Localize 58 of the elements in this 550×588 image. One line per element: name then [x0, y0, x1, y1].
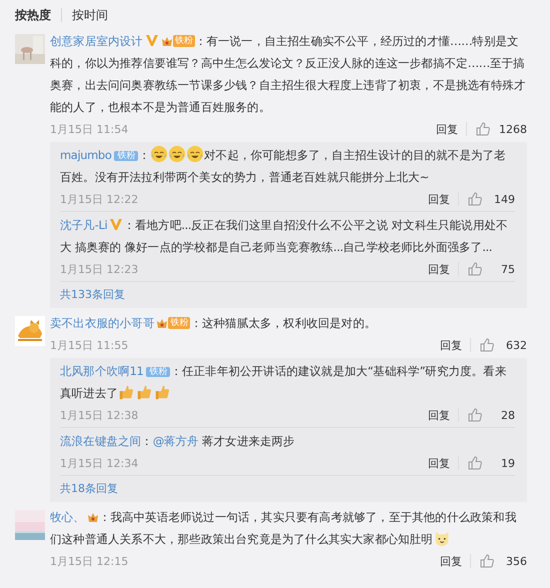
- fan-badge: 铁粉: [172, 35, 195, 47]
- more-replies-link[interactable]: 共133条回复: [60, 284, 125, 306]
- timestamp: 1月15日 11:54: [50, 122, 128, 136]
- reply-link[interactable]: 回复: [440, 554, 462, 568]
- username-link[interactable]: 北风那个吹啊11: [60, 364, 144, 378]
- reply-link[interactable]: 回复: [428, 408, 450, 422]
- comment-text: 流浪在键盘之间：@蒋方舟 蒋才女进来走两步: [60, 433, 296, 450]
- laughing-face-icon: [168, 145, 186, 163]
- like-count: 28: [500, 408, 515, 422]
- crown-icon: [156, 317, 168, 329]
- timestamp: 1月15日 12:22: [60, 192, 138, 206]
- thumbs-up-icon[interactable]: [479, 337, 495, 353]
- comment-text: 创意家居室内设计 铁粉 ：有一说一，自主招生确实不公平，经历过的才懂……特别是文科的，你以为推荐信要谁写？高中生怎么发论文？反正没人脉的连这一步都搞不定……至于搞奥赛，出去问问奥赛教练一节课多少钱？自主招生很大程度上违背了初衷，不是挑选有特殊才能的人了，也根本不是为普通百姓服务的。: [50, 32, 527, 116]
- reply-link[interactable]: 回复: [436, 122, 458, 136]
- timestamp: 1月15日 12:23: [60, 262, 138, 276]
- like-count: 356: [505, 554, 527, 568]
- comment-text: 牧心、 ：我高中英语老师说过一句话，其实只要有高考就够了，至于其他的什么政策和我们这种普通人关系不大，那些政策出台究竟是为了什么其实大家都心知肚明: [50, 509, 518, 549]
- timestamp: 1月15日 12:15: [50, 554, 128, 568]
- fan-badge: 铁粉: [168, 317, 190, 329]
- comment-text: 沈子凡-Li ：看地方吧...反正在我们这里自招没什么不公平之说 对文科生只能说用处不大 搞奥赛的 像好一点的学校都是自己老师当竞赛教练...自己学校老师比外面强多了...: [60, 216, 509, 256]
- thumbs-up-icon[interactable]: [467, 191, 483, 207]
- reply-link[interactable]: 回复: [440, 338, 462, 352]
- crown-icon: [160, 35, 173, 47]
- username-link[interactable]: 创意家居室内设计: [50, 34, 143, 48]
- reply-link[interactable]: 回复: [428, 192, 450, 206]
- like-count: 632: [505, 338, 527, 352]
- comment-text: majumbo 铁粉 ： 对不起，你可能想多了，自主招生设计的目的就不是为了老百姓。没有开法拉利带两个美女的势力，普通老百姓就只能拼分上北大~: [60, 144, 515, 188]
- comment-text: 北风那个吹啊11 铁粉 ：任正非年初公开讲话的建议就是加大“基础科学”研究力度。看来真听进去了: [60, 363, 508, 403]
- cat-face-icon: [432, 529, 451, 547]
- thumbs-up-icon[interactable]: [467, 261, 483, 277]
- username-link[interactable]: 沈子凡-Li: [60, 218, 108, 232]
- thumbs-up-icon[interactable]: [467, 455, 483, 471]
- username-link[interactable]: 流浪在键盘之间: [60, 434, 142, 448]
- fan-badge: 铁粉: [146, 367, 170, 377]
- mention-link[interactable]: @蒋方舟: [152, 434, 199, 448]
- timestamp: 1月15日 12:38: [60, 408, 138, 422]
- like-count: 19: [500, 456, 515, 470]
- username-link[interactable]: 牧心、: [50, 510, 85, 524]
- reply-link[interactable]: 回复: [428, 456, 450, 470]
- username-link[interactable]: 卖不出衣服的小哥哥: [50, 316, 154, 330]
- comment-text: 卖不出衣服的小哥哥 铁粉 ：这种猫腻太多，权利收回是对的。: [50, 315, 378, 332]
- thumbs-up-icon[interactable]: [467, 407, 483, 423]
- like-count: 75: [500, 262, 515, 276]
- thumbs-up-icon[interactable]: [475, 121, 491, 137]
- laughing-face-icon: [186, 145, 204, 163]
- like-count: 149: [493, 192, 515, 206]
- thumbs-up-icon[interactable]: [479, 553, 495, 569]
- username-link[interactable]: majumbo: [60, 148, 112, 162]
- more-replies-link[interactable]: 共18条回复: [60, 478, 118, 500]
- fan-badge: 铁粉: [114, 151, 138, 161]
- timestamp: 1月15日 12:34: [60, 456, 138, 470]
- reply-link[interactable]: 回复: [428, 262, 450, 276]
- laughing-face-icon: [150, 145, 168, 163]
- sort-tab[interactable]: 按热度: [15, 6, 51, 24]
- like-count: 1268: [499, 122, 527, 136]
- crown-icon: [86, 511, 99, 523]
- sort-tab[interactable]: 按时间: [72, 6, 108, 24]
- timestamp: 1月15日 11:55: [50, 338, 128, 352]
